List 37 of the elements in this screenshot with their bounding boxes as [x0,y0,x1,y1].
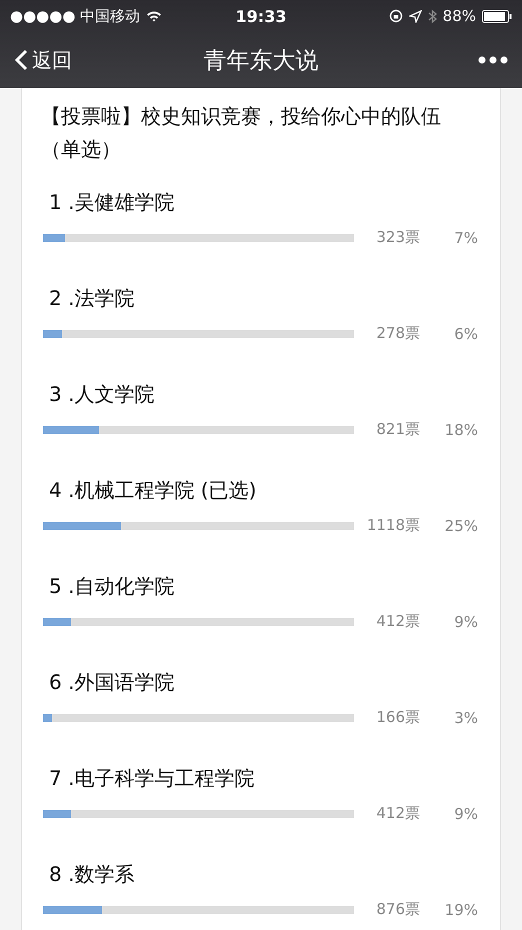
vote-count: 278票 [375,324,420,343]
vote-count: 323票 [375,228,420,247]
vote-percent: 3% [453,708,478,726]
option-label: 1 .吴健雄学院 [48,189,176,216]
wifi-icon [146,10,162,22]
vote-percent: 18% [444,420,478,438]
vote-count: 821票 [375,420,420,439]
vote-count: 412票 [375,804,420,823]
vote-percent: 6% [453,324,478,342]
back-chevron-icon [14,49,28,71]
battery-icon [482,10,512,22]
vote-percent: 19% [444,900,478,918]
back-button[interactable]: 返回 [14,46,134,74]
vote-percent: 7% [453,228,478,246]
rotation-lock-icon [388,9,403,23]
bluetooth-icon [428,8,437,24]
option-label: 5 .自动化学院 [48,573,176,600]
vote-count: 1118票 [366,516,420,535]
more-icon [478,56,508,64]
option-label: 4 .机械工程学院 (已选) [48,477,258,504]
vote-count: 876票 [375,900,420,919]
vote-percent: 9% [453,804,478,822]
vote-percent: 9% [453,612,478,630]
option-label: 7 .电子科学与工程学院 [48,765,256,792]
page-title: 青年东大说 [204,46,318,76]
poll-title: 【投票啦】校史知识竞赛，投给你心中的队伍（单选） [41,103,442,163]
vote-percent: 25% [444,516,478,534]
status-time: 19:33 [236,6,286,26]
carrier-name: ●●●●● 中国移动 [10,6,140,26]
location-icon [408,10,422,22]
vote-count: 166票 [375,708,420,727]
option-label: 6 .外国语学院 [48,669,176,696]
option-label: 3 .人文学院 [48,381,156,408]
battery-percent: 88% [442,7,476,25]
option-label: 8 .数学系 [48,861,136,888]
vote-count: 412票 [375,612,420,631]
option-label: 2 .法学院 [48,285,136,312]
